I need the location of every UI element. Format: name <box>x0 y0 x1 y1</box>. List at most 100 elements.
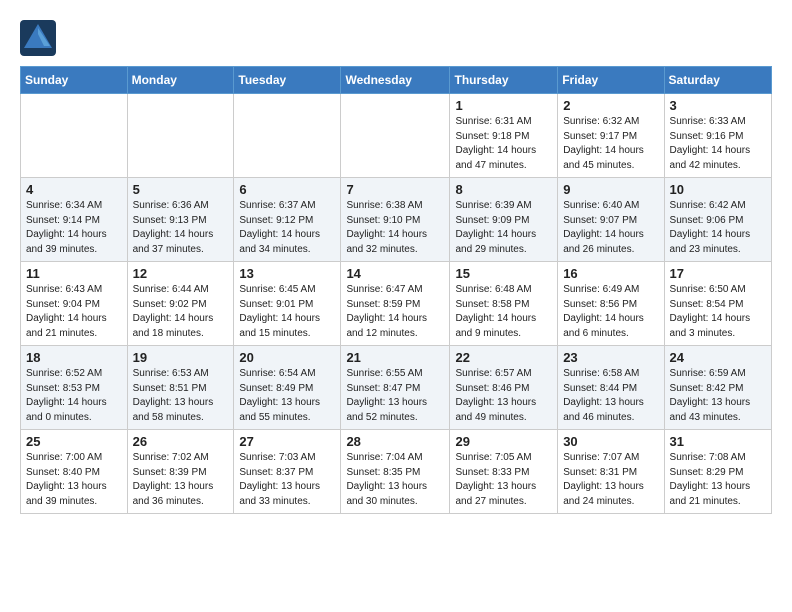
day-info: Sunrise: 7:08 AM Sunset: 8:29 PM Dayligh… <box>670 451 766 509</box>
day-number: 6 <box>239 182 335 197</box>
calendar-row: 1 Sunrise: 6:31 AM Sunset: 9:18 PM Daylig… <box>21 94 772 178</box>
calendar-header: SundayMondayTuesdayWednesdayThursdayFrid… <box>21 67 772 94</box>
day-info: Sunrise: 6:54 AM Sunset: 8:49 PM Dayligh… <box>239 367 335 425</box>
calendar-cell: 15Sunrise: 6:48 AM Sunset: 8:58 PM Dayli… <box>450 262 558 346</box>
day-info: Sunrise: 6:42 AM Sunset: 9:06 PM Dayligh… <box>670 199 766 257</box>
day-number: 24 <box>670 350 766 365</box>
calendar-cell: 13 Sunrise: 6:45 AM Sunset: 9:01 PM Dayli… <box>234 262 341 346</box>
day-info: Sunrise: 6:50 AM Sunset: 8:54 PM Dayligh… <box>670 283 766 341</box>
day-number: 11 <box>26 266 122 281</box>
day-number: 26 <box>133 434 229 449</box>
calendar-cell: 31 Sunrise: 7:08 AM Sunset: 8:29 PM Dayli… <box>664 430 771 514</box>
day-info: Sunrise: 6:43 AM Sunset: 9:04 PM Dayligh… <box>26 283 122 341</box>
day-number: 13 <box>239 266 335 281</box>
day-info: Sunrise: 6:33 AM Sunset: 9:16 PM Dayligh… <box>670 115 766 173</box>
calendar-cell: 16 Sunrise: 6:49 AM Sunset: 8:56 PM Dayli… <box>558 262 664 346</box>
calendar-cell: 11 Sunrise: 6:43 AM Sunset: 9:04 PM Dayli… <box>21 262 128 346</box>
day-number: 31 <box>670 434 766 449</box>
header-row: SundayMondayTuesdayWednesdayThursdayFrid… <box>21 67 772 94</box>
day-info: Sunrise: 6:57 AM Sunset: 8:46 PM Dayligh… <box>455 367 552 425</box>
day-number: 2 <box>563 98 658 113</box>
day-info: Sunrise: 6:59 AM Sunset: 8:42 PM Dayligh… <box>670 367 766 425</box>
logo-icon <box>20 20 56 56</box>
day-number: 10 <box>670 182 766 197</box>
calendar-cell: 21Sunrise: 6:55 AM Sunset: 8:47 PM Dayli… <box>341 346 450 430</box>
calendar-cell: 6Sunrise: 6:37 AM Sunset: 9:12 PM Daylig… <box>234 178 341 262</box>
calendar-cell: 14Sunrise: 6:47 AM Sunset: 8:59 PM Dayli… <box>341 262 450 346</box>
calendar-cell: 23 Sunrise: 6:58 AM Sunset: 8:44 PM Dayli… <box>558 346 664 430</box>
day-number: 3 <box>670 98 766 113</box>
calendar-cell: 5 Sunrise: 6:36 AM Sunset: 9:13 PM Daylig… <box>127 178 234 262</box>
calendar-cell: 7 Sunrise: 6:38 AM Sunset: 9:10 PM Daylig… <box>341 178 450 262</box>
page-header <box>20 20 772 56</box>
day-number: 7 <box>346 182 444 197</box>
day-number: 16 <box>563 266 658 281</box>
day-number: 22 <box>455 350 552 365</box>
day-info: Sunrise: 6:34 AM Sunset: 9:14 PM Dayligh… <box>26 199 122 257</box>
day-number: 21 <box>346 350 444 365</box>
calendar-cell: 29Sunrise: 7:05 AM Sunset: 8:33 PM Dayli… <box>450 430 558 514</box>
calendar-cell: 9 Sunrise: 6:40 AM Sunset: 9:07 PM Daylig… <box>558 178 664 262</box>
calendar-cell <box>341 94 450 178</box>
day-info: Sunrise: 6:38 AM Sunset: 9:10 PM Dayligh… <box>346 199 444 257</box>
day-number: 19 <box>133 350 229 365</box>
day-info: Sunrise: 6:36 AM Sunset: 9:13 PM Dayligh… <box>133 199 229 257</box>
day-number: 8 <box>455 182 552 197</box>
calendar-cell: 3 Sunrise: 6:33 AM Sunset: 9:16 PM Daylig… <box>664 94 771 178</box>
day-info: Sunrise: 6:40 AM Sunset: 9:07 PM Dayligh… <box>563 199 658 257</box>
calendar-cell: 20Sunrise: 6:54 AM Sunset: 8:49 PM Dayli… <box>234 346 341 430</box>
calendar-cell: 26 Sunrise: 7:02 AM Sunset: 8:39 PM Dayli… <box>127 430 234 514</box>
day-info: Sunrise: 6:39 AM Sunset: 9:09 PM Dayligh… <box>455 199 552 257</box>
calendar-cell: 12Sunrise: 6:44 AM Sunset: 9:02 PM Dayli… <box>127 262 234 346</box>
day-info: Sunrise: 6:45 AM Sunset: 9:01 PM Dayligh… <box>239 283 335 341</box>
header-day: Friday <box>558 67 664 94</box>
day-number: 5 <box>133 182 229 197</box>
day-info: Sunrise: 7:03 AM Sunset: 8:37 PM Dayligh… <box>239 451 335 509</box>
calendar-cell: 2Sunrise: 6:32 AM Sunset: 9:17 PM Daylig… <box>558 94 664 178</box>
day-number: 4 <box>26 182 122 197</box>
calendar-row: 25Sunrise: 7:00 AM Sunset: 8:40 PM Dayli… <box>21 430 772 514</box>
day-number: 23 <box>563 350 658 365</box>
calendar-cell <box>234 94 341 178</box>
calendar-body: 1 Sunrise: 6:31 AM Sunset: 9:18 PM Daylig… <box>21 94 772 514</box>
day-info: Sunrise: 7:07 AM Sunset: 8:31 PM Dayligh… <box>563 451 658 509</box>
header-day: Wednesday <box>341 67 450 94</box>
day-number: 28 <box>346 434 444 449</box>
day-number: 1 <box>455 98 552 113</box>
header-day: Saturday <box>664 67 771 94</box>
calendar-row: 18Sunrise: 6:52 AM Sunset: 8:53 PM Dayli… <box>21 346 772 430</box>
day-number: 15 <box>455 266 552 281</box>
calendar-row: 11 Sunrise: 6:43 AM Sunset: 9:04 PM Dayli… <box>21 262 772 346</box>
day-info: Sunrise: 6:58 AM Sunset: 8:44 PM Dayligh… <box>563 367 658 425</box>
logo <box>20 20 60 56</box>
calendar-cell: 24 Sunrise: 6:59 AM Sunset: 8:42 PM Dayli… <box>664 346 771 430</box>
header-day: Sunday <box>21 67 128 94</box>
calendar-cell: 10 Sunrise: 6:42 AM Sunset: 9:06 PM Dayli… <box>664 178 771 262</box>
header-day: Thursday <box>450 67 558 94</box>
day-number: 27 <box>239 434 335 449</box>
day-number: 9 <box>563 182 658 197</box>
calendar-cell: 30 Sunrise: 7:07 AM Sunset: 8:31 PM Dayli… <box>558 430 664 514</box>
day-number: 25 <box>26 434 122 449</box>
day-info: Sunrise: 7:02 AM Sunset: 8:39 PM Dayligh… <box>133 451 229 509</box>
day-number: 18 <box>26 350 122 365</box>
calendar-cell: 27 Sunrise: 7:03 AM Sunset: 8:37 PM Dayli… <box>234 430 341 514</box>
calendar-cell <box>21 94 128 178</box>
calendar-cell: 25Sunrise: 7:00 AM Sunset: 8:40 PM Dayli… <box>21 430 128 514</box>
day-number: 29 <box>455 434 552 449</box>
day-info: Sunrise: 6:53 AM Sunset: 8:51 PM Dayligh… <box>133 367 229 425</box>
calendar-cell: 19 Sunrise: 6:53 AM Sunset: 8:51 PM Dayli… <box>127 346 234 430</box>
calendar-cell: 8 Sunrise: 6:39 AM Sunset: 9:09 PM Daylig… <box>450 178 558 262</box>
calendar-cell: 1 Sunrise: 6:31 AM Sunset: 9:18 PM Daylig… <box>450 94 558 178</box>
day-number: 14 <box>346 266 444 281</box>
day-info: Sunrise: 6:31 AM Sunset: 9:18 PM Dayligh… <box>455 115 552 173</box>
calendar-cell: 4 Sunrise: 6:34 AM Sunset: 9:14 PM Daylig… <box>21 178 128 262</box>
calendar-cell: 28 Sunrise: 7:04 AM Sunset: 8:35 PM Dayli… <box>341 430 450 514</box>
day-info: Sunrise: 6:49 AM Sunset: 8:56 PM Dayligh… <box>563 283 658 341</box>
day-info: Sunrise: 7:04 AM Sunset: 8:35 PM Dayligh… <box>346 451 444 509</box>
calendar-table: SundayMondayTuesdayWednesdayThursdayFrid… <box>20 66 772 514</box>
calendar-cell: 18Sunrise: 6:52 AM Sunset: 8:53 PM Dayli… <box>21 346 128 430</box>
calendar-cell: 22 Sunrise: 6:57 AM Sunset: 8:46 PM Dayli… <box>450 346 558 430</box>
calendar-cell <box>127 94 234 178</box>
day-number: 30 <box>563 434 658 449</box>
